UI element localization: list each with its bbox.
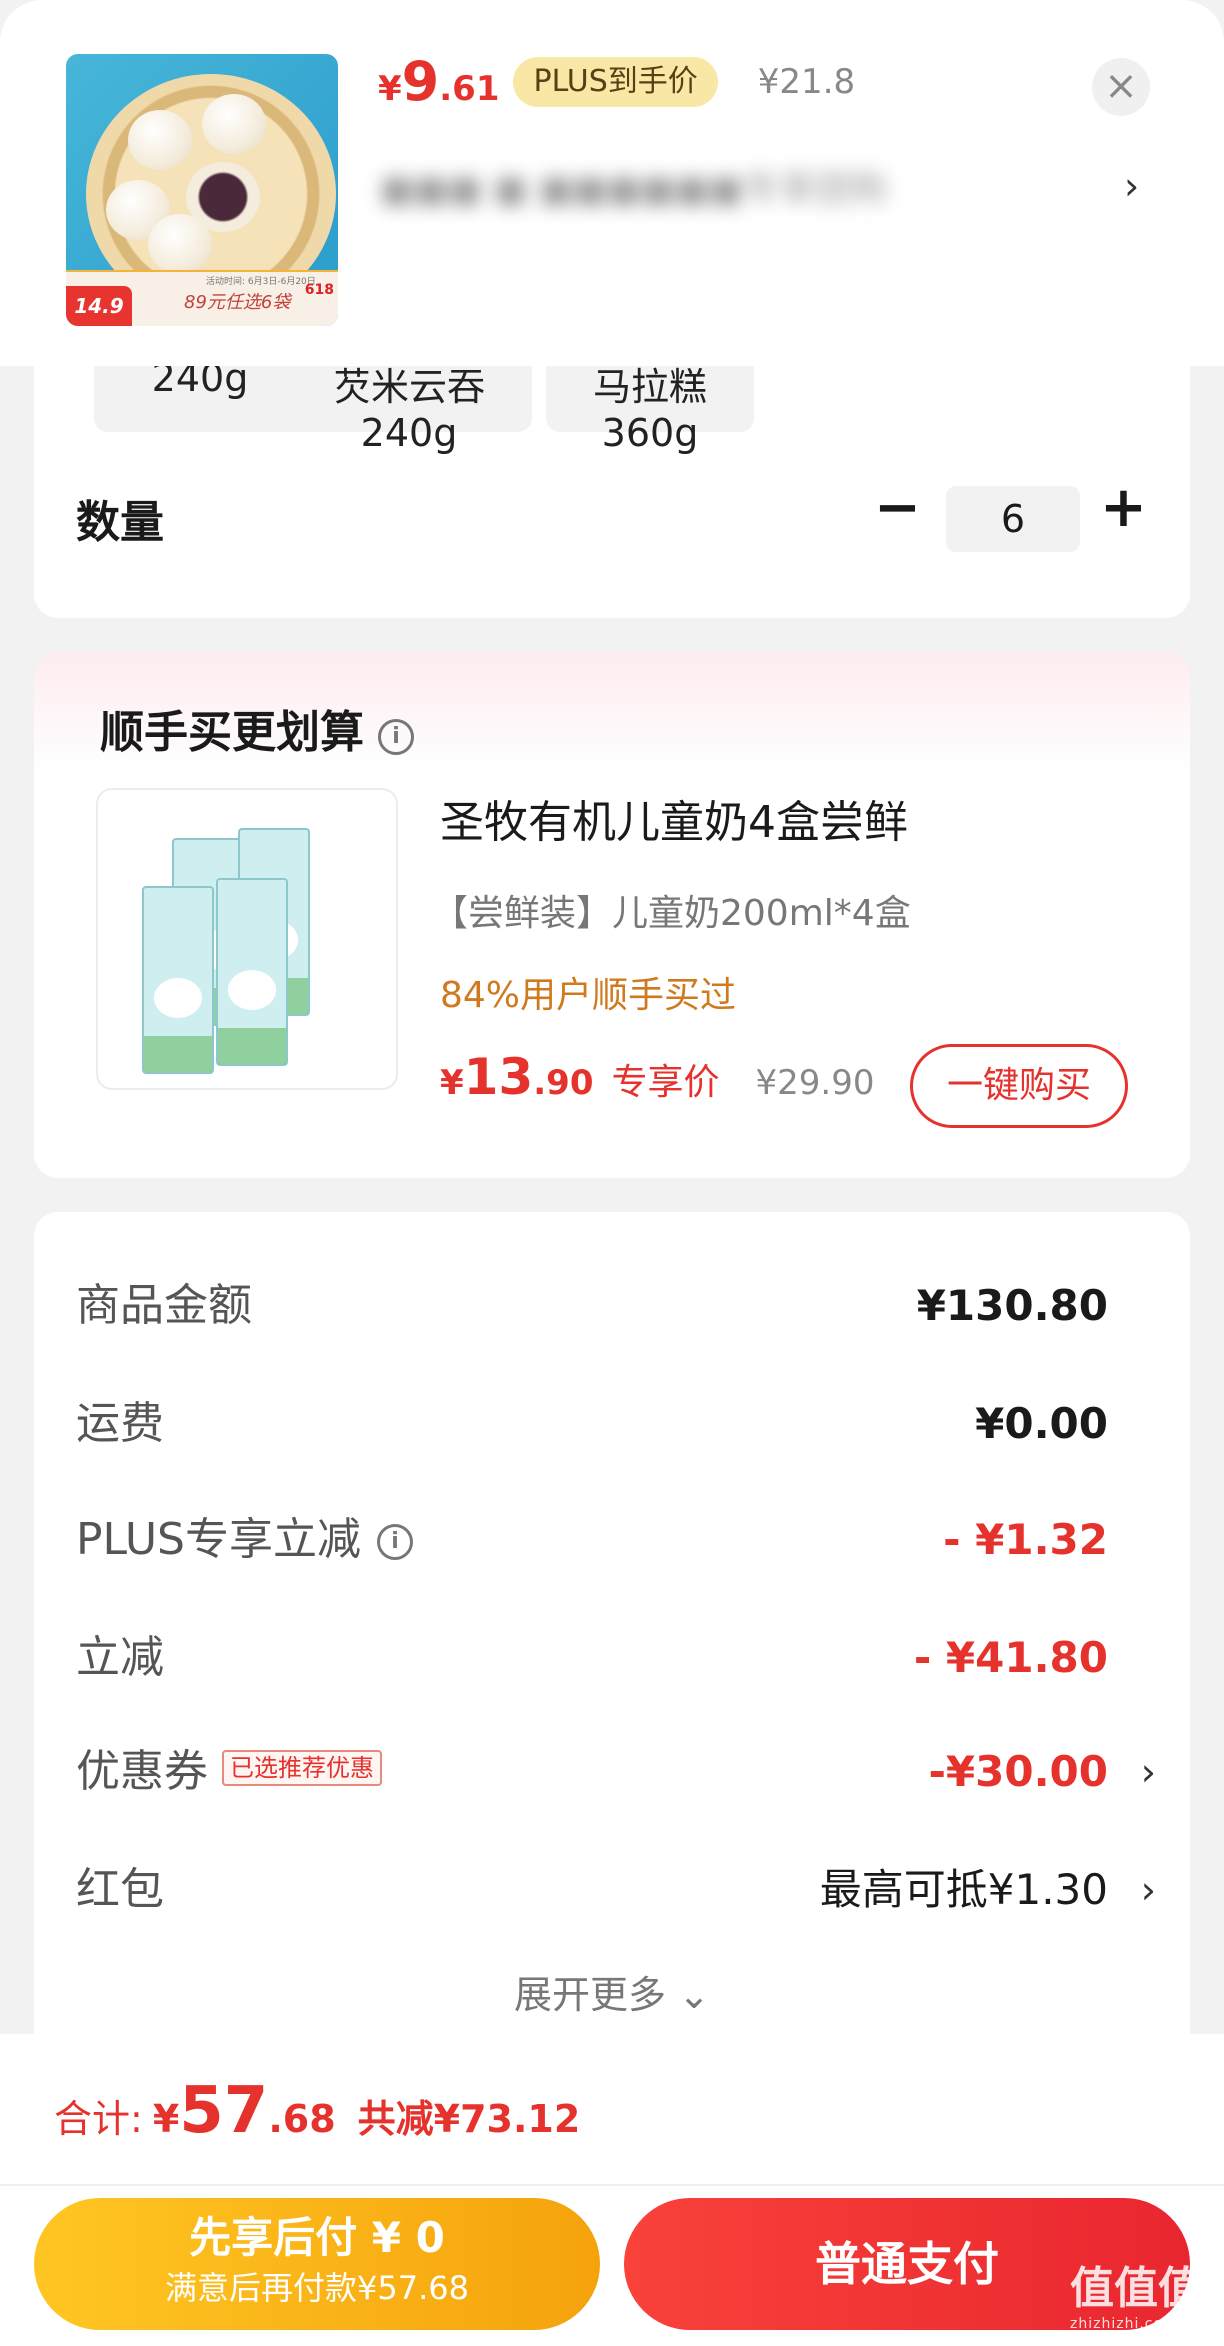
bun-image (128, 110, 192, 170)
summary-label: 优惠券 已选推荐优惠 (76, 1740, 382, 1804)
promo-date: 活动时间: 6月3日-6月20日 (206, 277, 316, 287)
bun-image (202, 94, 266, 154)
upsell-product-spec: 【尝鲜装】儿童奶200ml*4盒 (432, 893, 911, 934)
summary-label-text: 优惠券 (76, 1746, 208, 1797)
promo-strip: 14.9 活动时间: 6月3日-6月20日 89元任选6袋 618 (66, 270, 338, 326)
plus-price-badge: PLUS到手价 (513, 56, 718, 107)
pay-later-title: 先享后付 ¥ 0 (189, 2213, 445, 2262)
summary-row-instant-discount: 立减 - ¥41.80 (76, 1626, 1156, 1690)
summary-label: 红包 (76, 1864, 164, 1915)
expand-more-button[interactable]: 展开更多 ⌄ (34, 1964, 1190, 2019)
upsell-title: 顺手买更划算 i (100, 696, 414, 760)
summary-label: 商品金额 (76, 1280, 252, 1331)
info-icon[interactable]: i (377, 1524, 413, 1560)
info-icon[interactable]: i (378, 719, 414, 755)
watermark-logo: 值值值 zhizhizhi.com (1070, 2252, 1202, 2332)
watermark-url: zhizhizhi.com (1070, 2316, 1178, 2332)
summary-label: PLUS专享立减 i (76, 1508, 413, 1572)
summary-value: ¥0.00 (975, 1399, 1108, 1448)
chevron-right-icon: › (1140, 1868, 1156, 1912)
price-currency: ¥ (440, 1063, 464, 1103)
summary-label: 立减 (76, 1632, 164, 1683)
price-decimal: .61 (439, 69, 500, 109)
milk-carton-image (216, 878, 288, 1066)
product-title-blurred[interactable]: ■■■ ■ ■■■■■■专享团购 (380, 160, 1040, 212)
summary-value: ¥130.80 (916, 1281, 1108, 1330)
quantity-increase-button[interactable]: + (1100, 476, 1147, 540)
promo-badge: 618 (304, 282, 334, 298)
summary-value: - ¥1.32 (943, 1515, 1108, 1564)
upsell-purchase-stat: 84%用户顺手买过 (440, 975, 737, 1016)
quantity-label: 数量 (76, 497, 164, 548)
bun-image (148, 214, 212, 274)
summary-value: - ¥41.80 (913, 1633, 1108, 1682)
close-icon: × (1104, 63, 1138, 109)
order-total: 合计: ¥ 57 .68 共减¥73.12 (54, 2074, 580, 2148)
plus-price: ¥ 9 .61 (378, 50, 499, 113)
coupon-recommended-tag: 已选推荐优惠 (222, 1750, 382, 1786)
upsell-product-name[interactable]: 圣牧有机儿童奶4盒尝鲜 (440, 786, 908, 850)
promo-text: 89元任选6袋 (184, 292, 291, 313)
chevron-right-icon: › (1140, 1750, 1156, 1794)
header-price-row: ¥ 9 .61 PLUS到手价 ¥21.8 (378, 50, 855, 113)
quantity-decrease-button[interactable]: − (874, 476, 921, 540)
upsell-product-image[interactable] (96, 788, 398, 1090)
pay-later-button[interactable]: 先享后付 ¥ 0 满意后再付款¥57.68 (34, 2198, 600, 2330)
summary-value: 最高可抵¥1.30 (819, 1865, 1108, 1914)
price-integer: 13 (463, 1048, 534, 1106)
summary-row-shipping: 运费 ¥0.00 (76, 1392, 1156, 1456)
spec-label: 芡米云吞 240g (332, 365, 485, 455)
price-summary-card: 商品金额 ¥130.80 运费 ¥0.00 PLUS专享立减 i - ¥1.32 … (34, 1212, 1190, 2052)
close-button[interactable]: × (1092, 58, 1150, 116)
milk-carton-image (142, 886, 214, 1074)
upsell-original-price: ¥29.90 (755, 1063, 875, 1103)
total-decimal: .68 (268, 2097, 336, 2141)
watermark-text: 值值值 (1070, 2263, 1202, 2314)
chevron-right-icon[interactable]: › (1124, 164, 1139, 208)
upsell-price-row: ¥ 13 .90 专享价 ¥29.90 (440, 1048, 874, 1106)
one-click-buy-button[interactable]: 一键购买 (910, 1044, 1128, 1128)
quantity-input[interactable]: 6 (946, 486, 1080, 552)
price-integer: 9 (401, 50, 440, 113)
total-savings: 共减¥73.12 (357, 2097, 581, 2141)
original-price: ¥21.8 (757, 61, 856, 102)
total-integer: 57 (179, 2074, 269, 2148)
product-thumbnail: 14.9 活动时间: 6月3日-6月20日 89元任选6袋 618 (66, 54, 338, 326)
price-decimal: .90 (533, 1063, 594, 1103)
summary-row-subtotal: 商品金额 ¥130.80 (76, 1274, 1156, 1338)
promo-price: 14.9 (66, 286, 132, 326)
product-header: 14.9 活动时间: 6月3日-6月20日 89元任选6袋 618 ¥ 9 .6… (0, 0, 1224, 366)
pay-later-subtitle: 满意后再付款¥57.68 (165, 2269, 469, 2307)
divider (0, 2184, 1224, 2186)
upsell-title-text: 顺手买更划算 (100, 707, 364, 758)
total-label: 合计: (54, 2097, 143, 2141)
summary-value: -¥30.00 (928, 1747, 1108, 1796)
price-currency: ¥ (378, 69, 402, 109)
summary-row-red-packet[interactable]: 红包 最高可抵¥1.30 › (76, 1858, 1156, 1922)
order-sheet: 14.9 活动时间: 6月3日-6月20日 89元任选6袋 618 ¥ 9 .6… (0, 0, 1224, 2346)
summary-label: 运费 (76, 1398, 164, 1449)
total-currency: ¥ (152, 2097, 180, 2141)
exclusive-price-label: 专享价 (611, 1062, 720, 1103)
summary-row-coupon[interactable]: 优惠券 已选推荐优惠 -¥30.00 › (76, 1740, 1156, 1804)
summary-row-plus-discount: PLUS专享立减 i - ¥1.32 (76, 1508, 1156, 1572)
summary-label-text: PLUS专享立减 (76, 1514, 361, 1565)
checkout-bar: 合计: ¥ 57 .68 共减¥73.12 先享后付 ¥ 0 满意后再付款¥57… (0, 2034, 1224, 2346)
spec-label: 马拉糕 360g (592, 365, 707, 455)
upsell-card: 顺手买更划算 i 圣牧有机儿童奶4盒尝鲜 【尝鲜装】儿童奶200ml*4盒 84%… (34, 652, 1190, 1178)
